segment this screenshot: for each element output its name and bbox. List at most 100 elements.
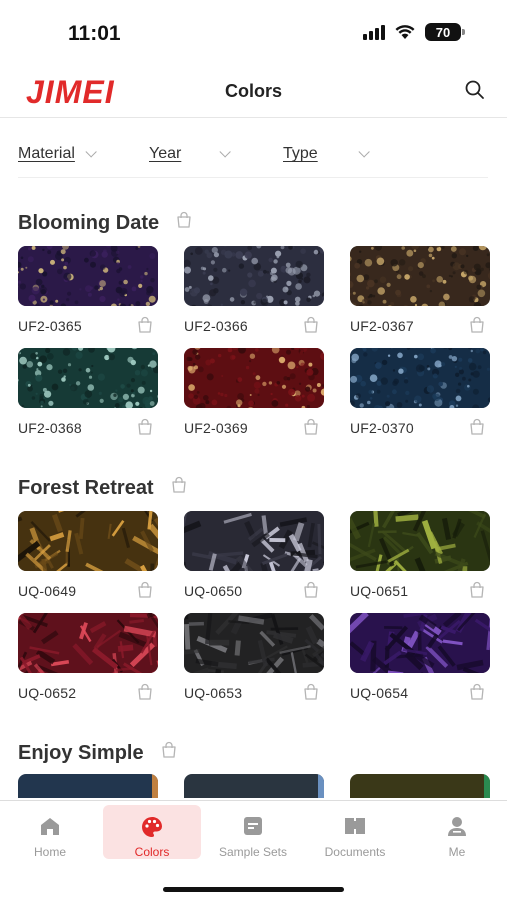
color-swatch[interactable] [184, 246, 324, 306]
color-swatch[interactable] [184, 613, 324, 673]
color-code: UF2-0369 [184, 420, 248, 436]
filter-year-label: Year [149, 145, 182, 162]
section-title: Forest Retreat [18, 475, 490, 501]
color-card-meta: UF2-0369 [184, 418, 324, 438]
color-swatch[interactable] [18, 348, 158, 408]
section-blooming-date: Blooming Date UF2-0365 UF2-0366 UF2-0367… [18, 210, 490, 436]
shopping-bag-icon[interactable] [170, 476, 188, 500]
color-card[interactable]: UF2-0367 [350, 246, 490, 334]
color-swatch[interactable] [350, 613, 490, 673]
color-card-meta: UQ-0653 [184, 683, 324, 703]
color-card-meta: UF2-0365 [18, 316, 158, 336]
color-card[interactable]: UQ-0652 [18, 613, 158, 701]
nav-home[interactable]: Home [0, 801, 100, 859]
battery-icon: 70 [425, 23, 465, 41]
chevron-down-icon [358, 146, 370, 158]
filter-type-label: Type [283, 145, 318, 162]
search-icon [465, 80, 484, 99]
color-card-meta: UQ-0650 [184, 581, 324, 601]
color-card[interactable]: UQ-0654 [350, 613, 490, 701]
section-title-text: Forest Retreat [18, 476, 154, 499]
bottom-nav: Home Colors Sample Sets Documents Me [0, 800, 507, 900]
color-code: UF2-0367 [350, 318, 414, 334]
shopping-bag-icon[interactable] [136, 581, 154, 604]
color-card[interactable]: UF2-0369 [184, 348, 324, 436]
filter-type[interactable]: Type [283, 145, 370, 163]
page-title: Colors [224, 81, 282, 101]
color-card-partial[interactable] [18, 774, 158, 798]
color-card-meta: UF2-0366 [184, 316, 324, 336]
nav-sample-sets[interactable]: Sample Sets [203, 801, 303, 859]
shopping-bag-icon[interactable] [302, 316, 320, 339]
color-code: UQ-0652 [18, 685, 77, 701]
shopping-bag-icon[interactable] [136, 683, 154, 706]
filter-bar: Material Year Type [18, 136, 488, 178]
color-card[interactable]: UQ-0650 [184, 511, 324, 599]
sample-sets-icon [242, 815, 264, 842]
shopping-bag-icon[interactable] [468, 683, 486, 706]
section-forest-retreat: Forest Retreat UQ-0649 UQ-0650 UQ-0651 U… [18, 475, 490, 701]
user-icon [446, 815, 468, 842]
color-card[interactable]: UF2-0370 [350, 348, 490, 436]
nav-label: Documents [324, 845, 386, 859]
color-card-meta: UF2-0370 [350, 418, 490, 438]
color-code: UF2-0365 [18, 318, 82, 334]
color-swatch[interactable] [350, 511, 490, 571]
color-swatch[interactable] [18, 511, 158, 571]
section-title: Blooming Date [18, 210, 490, 236]
color-code: UF2-0366 [184, 318, 248, 334]
color-swatch[interactable] [184, 348, 324, 408]
section-title-text: Enjoy Simple [18, 741, 144, 764]
color-card-meta: UQ-0651 [350, 581, 490, 601]
home-indicator [163, 887, 344, 892]
signal-icon [363, 24, 385, 40]
color-code: UQ-0649 [18, 583, 77, 599]
color-card[interactable]: UF2-0368 [18, 348, 158, 436]
color-card-meta: UQ-0652 [18, 683, 158, 703]
shopping-bag-icon[interactable] [468, 418, 486, 441]
color-card-partial[interactable] [184, 774, 324, 798]
color-code: UF2-0370 [350, 420, 414, 436]
color-code: UQ-0654 [350, 685, 409, 701]
shopping-bag-icon[interactable] [136, 418, 154, 441]
shopping-bag-icon[interactable] [302, 581, 320, 604]
nav-label: Home [33, 845, 66, 859]
filter-material-label: Material [18, 145, 75, 162]
search-button[interactable] [463, 78, 487, 102]
shopping-bag-icon[interactable] [175, 211, 193, 235]
color-code: UQ-0650 [184, 583, 243, 599]
shopping-bag-icon[interactable] [160, 741, 178, 765]
nav-me[interactable]: Me [407, 801, 507, 859]
palette-icon [140, 815, 164, 844]
color-swatch[interactable] [18, 613, 158, 673]
shopping-bag-icon[interactable] [468, 316, 486, 339]
color-code: UQ-0651 [350, 583, 409, 599]
color-card[interactable]: UQ-0649 [18, 511, 158, 599]
color-swatch[interactable] [350, 348, 490, 408]
filter-material[interactable]: Material [18, 145, 97, 163]
color-swatch[interactable] [18, 246, 158, 306]
status-time: 11:01 [68, 22, 121, 45]
shopping-bag-icon[interactable] [468, 581, 486, 604]
color-card-meta: UQ-0649 [18, 581, 158, 601]
section-title: Enjoy Simple [18, 740, 490, 766]
shopping-bag-icon[interactable] [136, 316, 154, 339]
nav-label: Colors [134, 845, 170, 859]
color-card[interactable]: UQ-0651 [350, 511, 490, 599]
shopping-bag-icon[interactable] [302, 418, 320, 441]
shopping-bag-icon[interactable] [302, 683, 320, 706]
status-bar: 11:01 70 [0, 0, 507, 62]
section-title-text: Blooming Date [18, 211, 160, 234]
color-card[interactable]: UF2-0366 [184, 246, 324, 334]
color-swatch[interactable] [184, 511, 324, 571]
app-header: JIMEI Colors [0, 62, 507, 118]
nav-label: Sample Sets [218, 845, 288, 859]
color-card-partial[interactable] [350, 774, 490, 798]
book-icon [343, 815, 367, 842]
nav-documents[interactable]: Documents [305, 801, 405, 859]
nav-colors[interactable]: Colors [103, 805, 201, 859]
color-card[interactable]: UF2-0365 [18, 246, 158, 334]
color-swatch[interactable] [350, 246, 490, 306]
filter-year[interactable]: Year [149, 145, 232, 163]
color-card[interactable]: UQ-0653 [184, 613, 324, 701]
